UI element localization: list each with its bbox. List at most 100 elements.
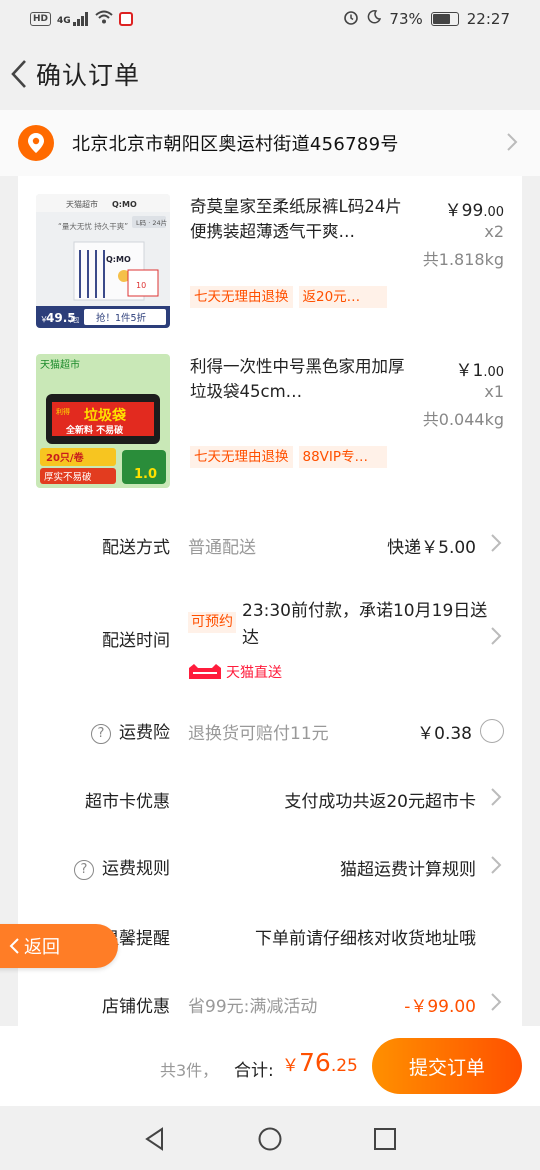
chevron-right-icon bbox=[506, 132, 518, 156]
alarm-icon bbox=[343, 9, 359, 29]
product-weight: 共1.818kg bbox=[422, 250, 504, 269]
chevron-left-icon bbox=[9, 938, 19, 954]
price-dec: .00 bbox=[483, 365, 504, 380]
product-tags: 七天无理由退换 返20元… bbox=[190, 286, 387, 308]
tmall-direct-badge: 天猫直送 bbox=[188, 662, 282, 682]
chevron-right-icon bbox=[490, 626, 502, 651]
product-item[interactable]: 天猫超市 Q:MO L码 · 24片 “量大无忧 持久干爽” Q:MO 10 ￥… bbox=[18, 176, 522, 328]
nav-back-icon[interactable] bbox=[142, 1126, 168, 1152]
row-value: 猫超运费计算规则 bbox=[340, 859, 476, 880]
bag-title: 垃圾袋 bbox=[84, 407, 127, 424]
moon-icon bbox=[367, 10, 382, 28]
header: 确认订单 bbox=[0, 38, 540, 110]
price-dec: .00 bbox=[483, 205, 504, 220]
row-label: ? 运费规则 bbox=[74, 854, 170, 880]
signal-icon: 4G bbox=[57, 12, 89, 26]
box-brand: Q:MO bbox=[106, 255, 131, 264]
signal-label: 4G bbox=[57, 16, 71, 26]
delivery-time-row[interactable]: 配送时间 可预约 23:30前付款，承诺10月19日送达 天猫直送 bbox=[18, 598, 522, 688]
row-value: 支付成功共返20元超市卡 bbox=[284, 791, 476, 812]
product-price: ￥1.00 bbox=[455, 356, 504, 381]
help-icon[interactable]: ? bbox=[74, 860, 94, 880]
total-dec: .25 bbox=[330, 1056, 358, 1076]
promo-label: 抢！1件5折 bbox=[96, 312, 147, 324]
price-tag: 1.0 bbox=[134, 467, 157, 482]
preorder-badge: 可预约 bbox=[188, 612, 236, 633]
price-int: 99 bbox=[461, 201, 484, 221]
row-value: 下单前请仔细核对收货地址哦 bbox=[255, 928, 476, 949]
chevron-right-icon bbox=[490, 992, 502, 1017]
back-button[interactable] bbox=[4, 54, 34, 94]
row-label: 店铺优惠 bbox=[102, 996, 170, 1017]
floating-back-label: 返回 bbox=[24, 937, 60, 958]
wifi-icon bbox=[95, 10, 113, 28]
help-icon[interactable]: ? bbox=[91, 724, 111, 744]
nav-home-icon[interactable] bbox=[257, 1126, 283, 1152]
bag-sub: 全新料 不易破 bbox=[65, 424, 124, 436]
row-value: 快递￥5.00 bbox=[387, 537, 476, 558]
total-currency: ￥ bbox=[282, 1056, 299, 1076]
product-tags: 七天无理由退换 88VIP专… bbox=[190, 446, 387, 468]
row-sub: 省99元:满减活动 bbox=[188, 996, 318, 1017]
price-symbol: ￥ bbox=[455, 361, 473, 381]
total-int: 76 bbox=[299, 1048, 331, 1077]
insurance-radio[interactable] bbox=[480, 719, 504, 743]
chevron-left-icon bbox=[11, 60, 26, 88]
order-card: 天猫超市 Q:MO L码 · 24片 “量大无忧 持久干爽” Q:MO 10 ￥… bbox=[18, 176, 522, 1026]
clock: 22:27 bbox=[466, 10, 510, 28]
product-title[interactable]: 奇莫皇家至柔纸尿裤L码24片便携装超薄透气干爽… bbox=[190, 194, 406, 244]
row-value: ￥0.38 bbox=[417, 723, 472, 744]
status-right: 73% 22:27 bbox=[343, 9, 510, 29]
brand-label: Q:MO bbox=[112, 200, 137, 209]
page-title: 确认订单 bbox=[36, 61, 141, 90]
row-label-text: 运费规则 bbox=[102, 859, 170, 879]
count-label: 20只/卷 bbox=[46, 451, 85, 464]
chevron-right-icon bbox=[490, 533, 502, 558]
checkout-bar: 共3件， 合计: ￥76.25 提交订单 bbox=[0, 1026, 540, 1106]
address-text: 北京北京市朝阳区奥运村街道456789号 bbox=[72, 134, 399, 155]
market-card-row[interactable]: 超市卡优惠 支付成功共返20元超市卡 bbox=[18, 782, 522, 816]
location-pin-icon bbox=[18, 125, 54, 161]
feature-label: 厚实不易破 bbox=[44, 471, 92, 483]
submit-order-button[interactable]: 提交订单 bbox=[372, 1038, 522, 1094]
product-image[interactable]: 天猫超市 Q:MO L码 · 24片 “量大无忧 持久干爽” Q:MO 10 ￥… bbox=[36, 194, 170, 328]
product-price: ￥99.00 bbox=[445, 196, 504, 221]
bag-brand: 利得 bbox=[56, 407, 70, 416]
row-label: 配送方式 bbox=[102, 537, 170, 558]
row-label: 超市卡优惠 bbox=[85, 791, 170, 812]
tmall-direct-label: 天猫直送 bbox=[226, 665, 282, 681]
return-tag: 七天无理由退换 bbox=[190, 446, 293, 468]
product-qty: x2 bbox=[484, 222, 504, 241]
price-int: 1 bbox=[472, 361, 484, 381]
return-tag: 七天无理由退换 bbox=[190, 286, 293, 308]
row-sub: 退换货可赔付11元 bbox=[188, 723, 329, 744]
battery-icon bbox=[430, 12, 459, 26]
size-label: L码 · 24片 bbox=[136, 218, 167, 227]
floating-back-button[interactable]: 返回 bbox=[0, 924, 118, 968]
product-title[interactable]: 利得一次性中号黑色家用加厚垃圾袋45cm… bbox=[190, 354, 406, 404]
nav-recents-icon[interactable] bbox=[372, 1126, 398, 1152]
row-value: -￥99.00 bbox=[404, 996, 476, 1017]
shipping-insurance-row[interactable]: ? 运费险 退换货可赔付11元 ￥0.38 bbox=[18, 714, 522, 748]
tmall-cat-icon bbox=[189, 664, 221, 679]
store-discount-row[interactable]: 店铺优惠 省99元:满减活动 -￥99.00 bbox=[18, 987, 522, 1021]
price-tag-unit: /包 bbox=[70, 315, 79, 324]
chevron-right-icon bbox=[490, 787, 502, 812]
product-image[interactable]: 天猫超市 利得 垃圾袋 全新料 不易破 20只/卷 厚实不易破 1.0 bbox=[36, 354, 170, 488]
vip-tag: 88VIP专… bbox=[298, 446, 387, 468]
price-symbol: ￥ bbox=[444, 201, 462, 221]
address-row[interactable]: 北京北京市朝阳区奥运村街道456789号 bbox=[0, 110, 540, 176]
system-nav-bar bbox=[0, 1106, 540, 1170]
item-count: 共3件， bbox=[160, 1061, 219, 1080]
row-label: 配送时间 bbox=[102, 631, 170, 651]
shipping-rules-row[interactable]: ? 运费规则 猫超运费计算规则 bbox=[18, 850, 522, 884]
row-sub: 普通配送 bbox=[188, 537, 256, 558]
promo-tag: 返20元… bbox=[298, 286, 387, 308]
status-bar: HD 4G 73% 22:27 bbox=[0, 0, 540, 38]
store-label: 天猫超市 bbox=[40, 358, 80, 371]
delivery-time-text: 23:30前付款，承诺10月19日送达 bbox=[242, 601, 488, 648]
row-label-text: 运费险 bbox=[119, 723, 170, 743]
notification-icon bbox=[118, 12, 133, 26]
product-item[interactable]: 天猫超市 利得 垃圾袋 全新料 不易破 20只/卷 厚实不易破 1.0 利得一次… bbox=[18, 336, 522, 488]
delivery-method-row[interactable]: 配送方式 普通配送 快递￥5.00 bbox=[18, 528, 522, 562]
